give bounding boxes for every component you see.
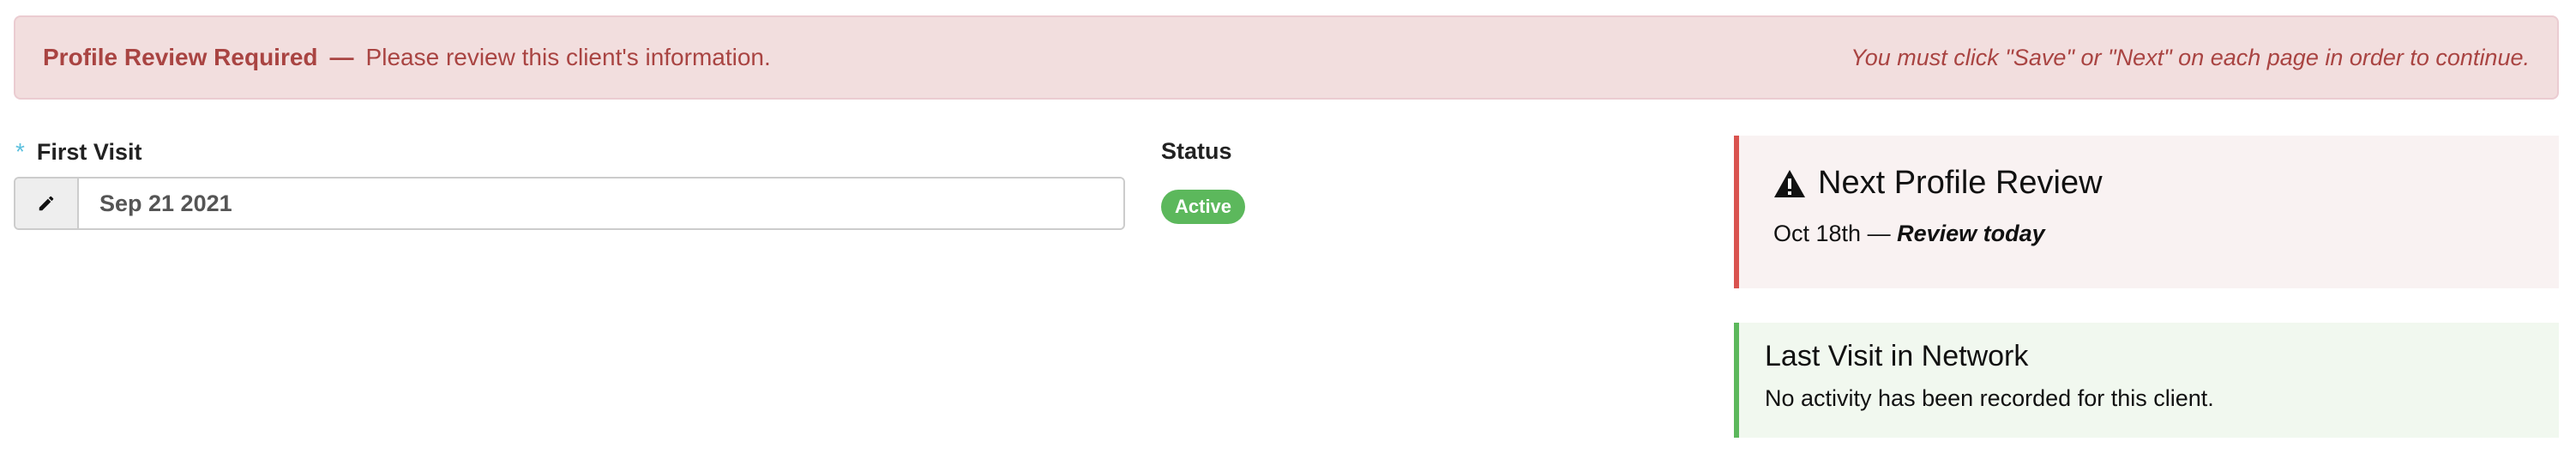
alert-title: Profile Review Required: [43, 44, 318, 70]
profile-review-alert: Profile Review Required — Please review …: [14, 15, 2559, 100]
next-profile-review-panel: Next Profile Review Oct 18th — Review to…: [1734, 136, 2559, 288]
last-visit-panel: Last Visit in Network No activity has be…: [1734, 323, 2559, 438]
alert-notice: You must click "Save" or "Next" on each …: [1851, 44, 2530, 70]
pencil-icon: [39, 196, 54, 211]
next-review-title: Next Profile Review: [1818, 165, 2103, 201]
first-visit-label-text: First Visit: [36, 139, 142, 165]
status-badge: Active: [1161, 190, 1246, 224]
warning-icon: [1774, 169, 1805, 197]
last-visit-title: Last Visit in Network: [1765, 340, 2029, 372]
review-today-text: Review today: [1897, 221, 2045, 246]
alert-separator: —: [329, 44, 354, 70]
next-review-separator: —: [1867, 221, 1891, 246]
first-visit-label: * First Visit: [15, 138, 141, 166]
next-review-heading: Next Profile Review: [1773, 165, 2559, 202]
status-label: Status: [1161, 138, 1232, 164]
required-marker: *: [15, 138, 25, 165]
edit-date-button[interactable]: [15, 179, 79, 228]
first-visit-input[interactable]: [79, 179, 1123, 228]
alert-message: Please review this client's information.: [365, 44, 771, 70]
first-visit-field: [14, 177, 1125, 230]
alert-message-group: Profile Review Required — Please review …: [43, 44, 771, 71]
last-visit-message: No activity has been recorded for this c…: [1765, 385, 2214, 411]
next-review-date: Oct 18th: [1773, 221, 1862, 246]
next-review-detail: Oct 18th — Review today: [1773, 221, 2559, 247]
